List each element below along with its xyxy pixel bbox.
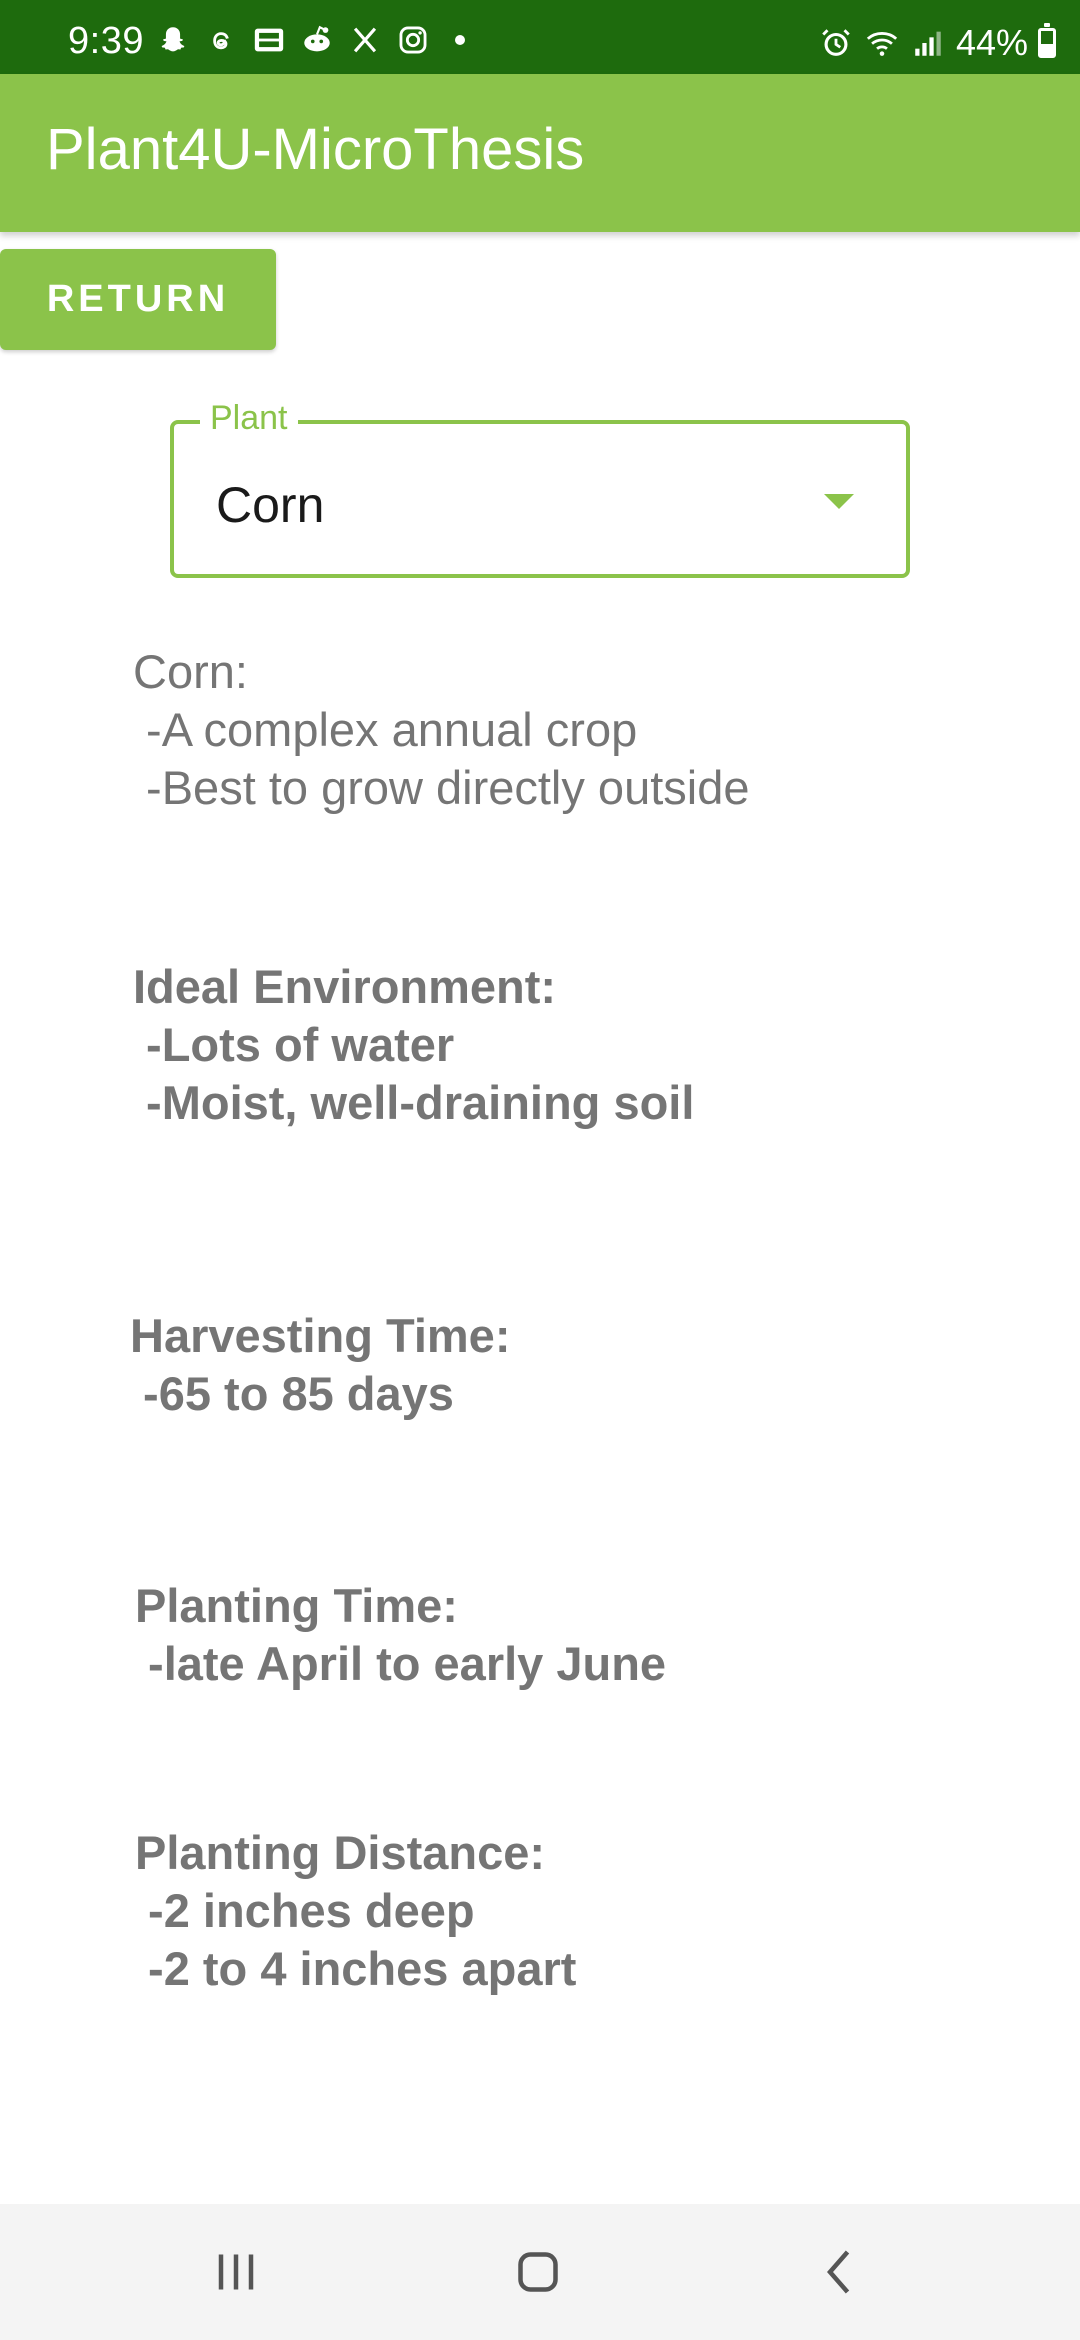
planting-time: Planting Time: -late April to early June xyxy=(135,1579,667,1690)
threads-icon xyxy=(203,22,239,58)
notification-icons xyxy=(155,22,465,58)
ideal-environment: Ideal Environment: -Lots of water -Moist… xyxy=(133,960,695,1129)
recent-apps-icon[interactable] xyxy=(196,2232,276,2312)
battery-percent: 44% xyxy=(955,22,1028,63)
battery-level xyxy=(1041,44,1053,55)
app-title: Plant4U-MicroThesis xyxy=(46,117,585,182)
status-time: 9:39 xyxy=(68,20,144,62)
planting-distance: Planting Distance: -2 inches deep -2 to … xyxy=(135,1826,577,1995)
dropdown-arrow-icon[interactable] xyxy=(824,494,854,509)
home-icon[interactable] xyxy=(498,2232,578,2312)
app-bar: Plant4U-MicroThesis xyxy=(0,74,1080,232)
plant-dropdown-label: Plant xyxy=(200,398,298,438)
plant-description: Corn: -A complex annual crop -Best to gr… xyxy=(133,645,750,814)
harvesting-time: Harvesting Time: -65 to 85 days xyxy=(130,1309,511,1420)
plant-dropdown[interactable]: Plant Corn xyxy=(170,398,910,578)
plant-dropdown-value: Corn xyxy=(216,477,325,533)
wifi-icon xyxy=(864,25,900,61)
alarm-icon xyxy=(818,25,854,61)
system-icons: 44% xyxy=(818,22,1056,64)
instagram-icon xyxy=(395,22,431,58)
back-icon[interactable] xyxy=(800,2232,880,2312)
more-notifications-dot xyxy=(455,35,465,45)
return-button[interactable]: RETURN xyxy=(0,249,276,350)
screen: 9:39 44% Plant4U-MicroThesis RETURN Plan… xyxy=(0,0,1080,2340)
reddit-icon xyxy=(299,22,335,58)
signal-icon xyxy=(910,25,946,61)
x-icon xyxy=(347,22,383,58)
battery-icon xyxy=(1038,23,1056,58)
snapchat-icon xyxy=(155,22,191,58)
status-bar: 9:39 44% xyxy=(0,0,1080,74)
webtoon-icon xyxy=(251,22,287,58)
navigation-bar xyxy=(0,2204,1080,2340)
